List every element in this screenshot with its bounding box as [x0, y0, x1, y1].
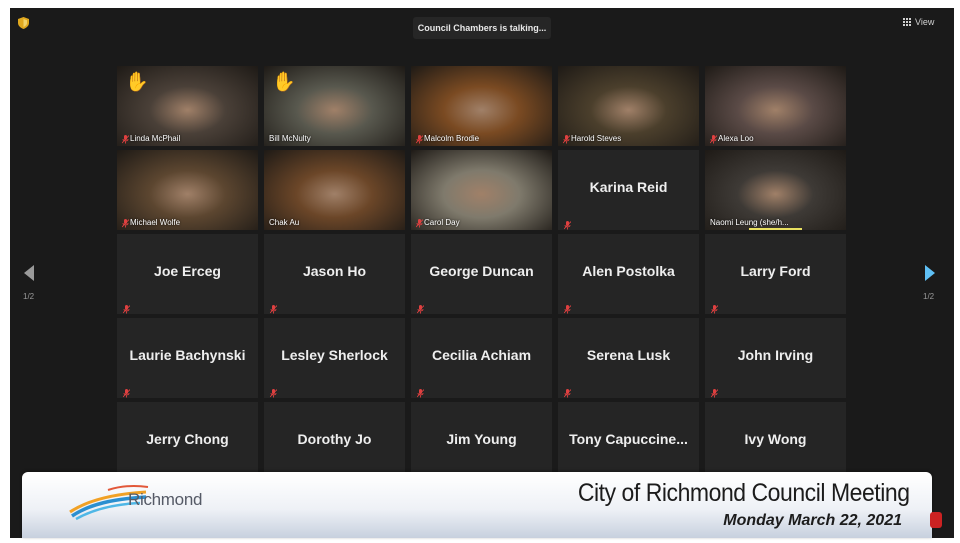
muted-mic-icon [122, 385, 131, 398]
participant-name: Jim Young [446, 431, 517, 447]
participant-name: Laurie Bachynski [129, 347, 246, 363]
muted-mic-icon [121, 218, 130, 227]
muted-mic-icon [710, 385, 719, 398]
participant-name-tile[interactable]: Karina Reid [558, 150, 699, 230]
participant-name: Karina Reid [589, 179, 668, 195]
participant-name: George Duncan [429, 263, 534, 279]
red-tab [930, 512, 942, 528]
participant-caption: Malcolm Brodie [415, 134, 480, 143]
muted-mic-icon [709, 134, 718, 143]
participant-name: Naomi Leung (she/h... [710, 218, 789, 227]
active-speaker-indicator: Council Chambers is talking... [413, 17, 551, 39]
participant-name: Ivy Wong [744, 431, 807, 447]
participant-video-tile[interactable]: Chak Au [264, 150, 405, 230]
participant-name: Lesley Sherlock [281, 347, 388, 363]
zoom-meeting-window: Council Chambers is talking... View 1/2 … [10, 8, 954, 538]
shield-icon[interactable] [18, 17, 29, 29]
participant-video-tile[interactable]: Naomi Leung (she/h... [705, 150, 846, 230]
previous-page-arrow-icon[interactable] [24, 265, 34, 281]
participant-caption: Chak Au [269, 218, 299, 227]
participant-name: Joe Erceg [154, 263, 221, 279]
participant-name: Alexa Loo [718, 134, 754, 143]
muted-mic-icon [562, 134, 571, 143]
participant-video-tile[interactable]: ✋ Bill McNulty [264, 66, 405, 146]
muted-mic-icon [269, 301, 278, 314]
participant-name: Bill McNulty [269, 134, 311, 143]
participant-name-tile[interactable]: Serena Lusk [558, 318, 699, 398]
participant-video-tile[interactable]: Malcolm Brodie [411, 66, 552, 146]
raised-hand-icon: ✋ [125, 72, 149, 93]
participant-name-tile[interactable]: Tony Capuccine... [558, 402, 699, 482]
muted-mic-icon [122, 301, 131, 314]
muted-mic-icon [415, 134, 424, 143]
participant-name-tile[interactable]: John Irving [705, 318, 846, 398]
muted-mic-icon [563, 385, 572, 398]
participant-caption: Harold Steves [562, 134, 622, 143]
participant-name: Harold Steves [571, 134, 622, 143]
participant-caption: Bill McNulty [269, 134, 311, 143]
next-page-arrow-icon[interactable] [925, 265, 935, 281]
participant-caption: Michael Wolfe [121, 218, 181, 227]
participant-name: Tony Capuccine... [569, 431, 688, 447]
participant-name: Cecilia Achiam [431, 347, 532, 363]
muted-mic-icon [416, 385, 425, 398]
participant-name-tile[interactable]: Joe Erceg [117, 234, 258, 314]
muted-mic-icon [416, 301, 425, 314]
participant-name: John Irving [737, 347, 814, 363]
participant-name: Jerry Chong [146, 431, 229, 447]
muted-mic-icon [710, 301, 719, 314]
participant-name-tile[interactable]: Alen Postolka [558, 234, 699, 314]
participant-name-tile[interactable]: Jim Young [411, 402, 552, 482]
participant-name-tile[interactable]: Jason Ho [264, 234, 405, 314]
participant-caption: Alexa Loo [709, 134, 754, 143]
participant-name: Carol Day [424, 218, 460, 227]
participant-caption: Carol Day [415, 218, 460, 227]
participant-name: Linda McPhail [130, 134, 181, 143]
participant-name: Malcolm Brodie [424, 134, 480, 143]
participant-caption: Naomi Leung (she/h... [710, 218, 789, 227]
view-label: View [915, 17, 935, 27]
meeting-date: Monday March 22, 2021 [723, 512, 902, 529]
participant-gallery: ✋ Linda McPhail ✋ Bill McNulty Malcolm Brodi… [117, 66, 846, 486]
raised-hand-icon: ✋ [272, 72, 296, 93]
participant-video-tile[interactable]: ✋ Linda McPhail [117, 66, 258, 146]
page-indicator-right: 1/2 [923, 292, 935, 301]
participant-video-tile[interactable]: Alexa Loo [705, 66, 846, 146]
participant-name: Dorothy Jo [297, 431, 372, 447]
meeting-title: City of Richmond Council Meeting [578, 479, 910, 507]
participant-name: Jason Ho [302, 263, 366, 279]
participant-name: Larry Ford [740, 263, 811, 279]
participant-name-tile[interactable]: Lesley Sherlock [264, 318, 405, 398]
speaking-indicator [749, 228, 802, 230]
participant-video-tile[interactable]: Harold Steves [558, 66, 699, 146]
muted-mic-icon [121, 134, 130, 143]
participant-name-tile[interactable]: Cecilia Achiam [411, 318, 552, 398]
muted-mic-icon [563, 217, 572, 230]
richmond-logo-text: Richmond [128, 490, 203, 509]
participant-caption: Linda McPhail [121, 134, 181, 143]
muted-mic-icon [269, 385, 278, 398]
participant-video-tile[interactable]: Michael Wolfe [117, 150, 258, 230]
muted-mic-icon [415, 218, 424, 227]
view-button[interactable]: View [903, 14, 934, 30]
participant-name-tile[interactable]: Dorothy Jo [264, 402, 405, 482]
participant-name: Alen Postolka [582, 263, 675, 279]
participant-name: Serena Lusk [586, 347, 671, 363]
page-indicator-left: 1/2 [23, 292, 35, 301]
grid-view-icon [903, 17, 912, 27]
participant-name: Michael Wolfe [130, 218, 181, 227]
participant-name-tile[interactable]: Larry Ford [705, 234, 846, 314]
broadcast-banner: Richmond City of Richmond Council Meetin… [22, 472, 932, 538]
participant-name: Chak Au [269, 218, 300, 227]
participant-name-tile[interactable]: Ivy Wong [705, 402, 846, 482]
participant-name-tile[interactable]: Jerry Chong [117, 402, 258, 482]
participant-name-tile[interactable]: George Duncan [411, 234, 552, 314]
muted-mic-icon [563, 301, 572, 314]
participant-name-tile[interactable]: Laurie Bachynski [117, 318, 258, 398]
participant-video-tile[interactable]: Carol Day [411, 150, 552, 230]
